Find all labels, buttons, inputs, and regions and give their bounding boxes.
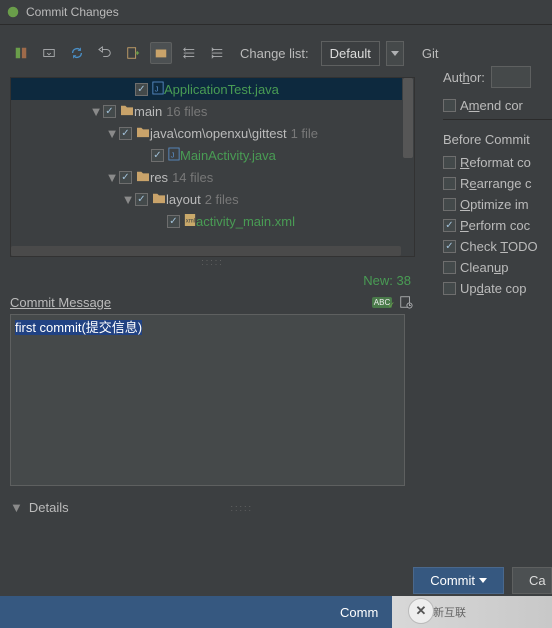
details-label: Details [29, 500, 69, 515]
svg-text:J: J [155, 84, 159, 93]
expand-all-icon[interactable] [178, 42, 200, 64]
tree-row[interactable]: ▼ main 16 files [11, 100, 414, 122]
option-label: Reformat co [460, 155, 531, 170]
file-count: 16 files [166, 104, 207, 119]
changes-tree[interactable]: J ApplicationTest.java ▼ main 16 files ▼ ja… [10, 77, 415, 257]
before-commit-label: Before Commit [443, 132, 552, 147]
file-count: 1 file [291, 126, 318, 141]
option-label: Perform coc [460, 218, 530, 233]
author-row: Author: [443, 66, 552, 88]
option-label: Check TODO [460, 239, 538, 254]
tree-row[interactable]: xml activity_main.xml [11, 210, 414, 232]
details-grip[interactable]: ::::: [69, 503, 415, 513]
option-row[interactable]: Rearrange c [443, 176, 552, 191]
xml-icon: xml [184, 213, 196, 230]
option-checkbox[interactable] [443, 261, 456, 274]
splitter-grip[interactable]: ::::: [10, 257, 415, 271]
scrollbar-vertical[interactable] [402, 78, 414, 256]
vcs-label: Git [422, 46, 439, 61]
option-row[interactable]: Update cop [443, 281, 552, 296]
bottom-buttons: Commit Ca [413, 567, 552, 594]
move-to-changelist-icon[interactable] [38, 42, 60, 64]
option-row[interactable]: Optimize im [443, 197, 552, 212]
file-name: activity_main.xml [196, 214, 295, 229]
file-checkbox[interactable] [151, 149, 164, 162]
file-checkbox[interactable] [119, 127, 132, 140]
tree-row[interactable]: ▼ res 14 files [11, 166, 414, 188]
changelist-dropdown-arrow[interactable] [386, 41, 404, 66]
changelist-dropdown[interactable]: Default [321, 41, 380, 66]
show-diff-icon[interactable] [10, 42, 32, 64]
changelist-label: Change list: [240, 46, 309, 61]
tree-row[interactable]: J ApplicationTest.java [11, 78, 414, 100]
option-row[interactable]: Cleanup [443, 260, 552, 275]
titlebar: Commit Changes [0, 0, 552, 25]
titlebar-text: Commit Changes [26, 5, 119, 19]
tree-row[interactable]: ▼ layout 2 files [11, 188, 414, 210]
option-checkbox[interactable] [443, 156, 456, 169]
right-panel: Author: Amend cor Before Commit Reformat… [437, 60, 552, 308]
file-name: main [134, 104, 162, 119]
details-toggle[interactable]: ▼ [10, 500, 23, 515]
folder-icon [136, 170, 150, 185]
spellcheck-icon[interactable]: ABC✓ [373, 294, 391, 310]
message-history-icon[interactable] [397, 294, 415, 310]
option-label: Rearrange c [460, 176, 532, 191]
file-name: ApplicationTest.java [164, 82, 279, 97]
folder-icon [120, 104, 134, 119]
file-name: res [150, 170, 168, 185]
file-checkbox[interactable] [135, 83, 148, 96]
option-label: Optimize im [460, 197, 529, 212]
commit-message-textarea[interactable]: first commit(提交信息) [10, 314, 405, 486]
group-by-directory-icon[interactable] [150, 42, 172, 64]
file-count: 14 files [172, 170, 213, 185]
option-checkbox[interactable] [443, 219, 456, 232]
revert-icon[interactable] [94, 42, 116, 64]
java-icon: J [168, 147, 180, 164]
option-label: Cleanup [460, 260, 508, 275]
tree-row[interactable]: J MainActivity.java [11, 144, 414, 166]
expand-arrow-icon[interactable]: ▼ [105, 170, 119, 185]
cancel-button[interactable]: Ca [512, 567, 552, 594]
file-checkbox[interactable] [135, 193, 148, 206]
option-row[interactable]: Perform coc [443, 218, 552, 233]
file-checkbox[interactable] [167, 215, 180, 228]
svg-text:J: J [171, 150, 175, 159]
java-icon: J [152, 81, 164, 98]
expand-arrow-icon[interactable]: ▼ [121, 192, 135, 207]
amend-checkbox[interactable] [443, 99, 456, 112]
file-name: MainActivity.java [180, 148, 276, 163]
commit-message-label: Commit Message [10, 295, 111, 310]
option-label: Update cop [460, 281, 527, 296]
expand-arrow-icon[interactable]: ▼ [105, 126, 119, 141]
folder-icon [152, 192, 166, 207]
option-row[interactable]: Check TODO [443, 239, 552, 254]
option-checkbox[interactable] [443, 198, 456, 211]
status-row: New: 38 [10, 271, 415, 290]
file-name: java\com\openxu\gittest [150, 126, 287, 141]
option-row[interactable]: Reformat co [443, 155, 552, 170]
folder-icon [136, 126, 150, 141]
app-icon [6, 5, 20, 19]
new-count: New: 38 [363, 273, 411, 288]
option-checkbox[interactable] [443, 240, 456, 253]
author-input[interactable] [491, 66, 531, 88]
watermark-bar: Comm [0, 596, 392, 628]
svg-text:xml: xml [186, 218, 195, 224]
amend-row[interactable]: Amend cor [443, 98, 552, 113]
file-checkbox[interactable] [119, 171, 132, 184]
expand-arrow-icon[interactable]: ▼ [89, 104, 103, 119]
new-changelist-icon[interactable] [122, 42, 144, 64]
file-count: 2 files [205, 192, 239, 207]
watermark-logo: ✕ [408, 598, 434, 624]
commit-button[interactable]: Commit [413, 567, 504, 594]
option-checkbox[interactable] [443, 282, 456, 295]
option-checkbox[interactable] [443, 177, 456, 190]
refresh-icon[interactable] [66, 42, 88, 64]
file-checkbox[interactable] [103, 105, 116, 118]
collapse-all-icon[interactable] [206, 42, 228, 64]
tree-row[interactable]: ▼ java\com\openxu\gittest 1 file [11, 122, 414, 144]
file-name: layout [166, 192, 201, 207]
scrollbar-horizontal[interactable] [11, 246, 401, 256]
